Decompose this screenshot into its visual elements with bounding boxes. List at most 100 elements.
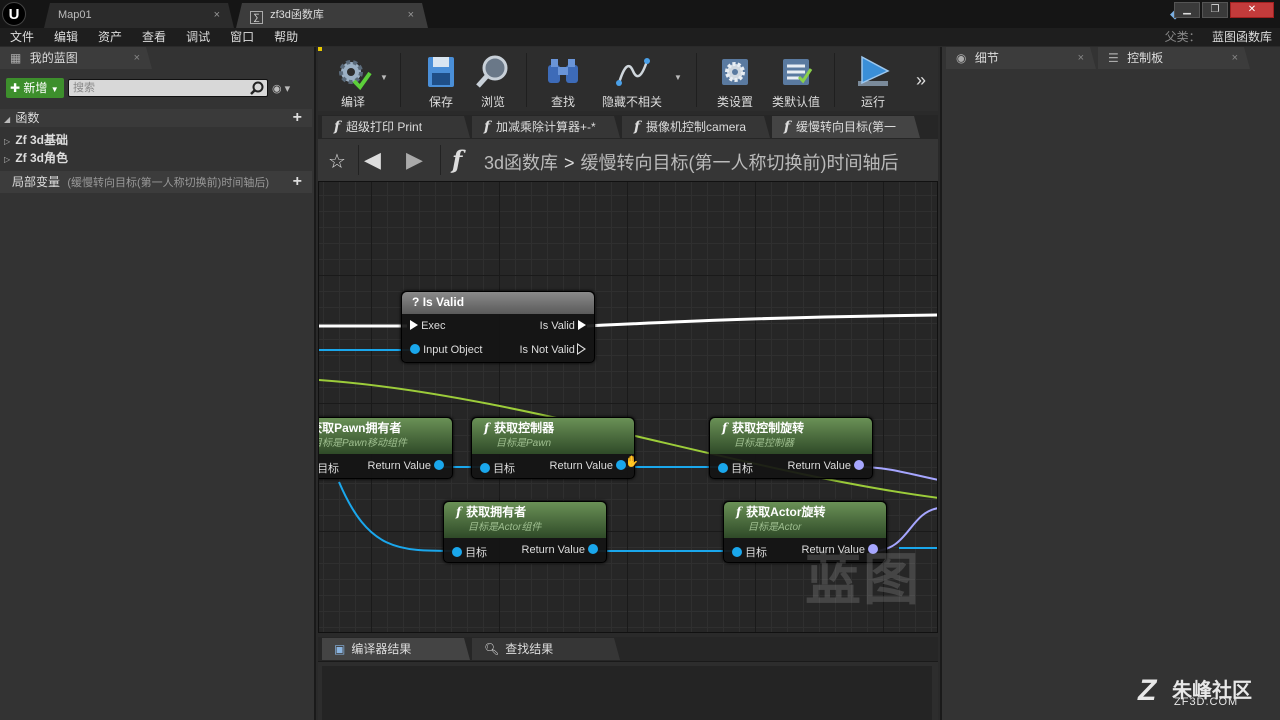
forward-arrow-icon[interactable]: ▶: [406, 147, 423, 173]
breadcrumb-library[interactable]: 3d函数库: [484, 153, 558, 173]
menu-help[interactable]: 帮助: [264, 28, 308, 46]
functions-category[interactable]: ◢ 函数 +: [0, 109, 312, 127]
menu-view[interactable]: 查看: [132, 28, 176, 46]
exec-pin-hollow-icon: [577, 343, 586, 355]
window-close-button[interactable]: ✕: [1230, 2, 1274, 18]
return-value-pin[interactable]: Return Value: [788, 460, 864, 472]
class-defaults-button[interactable]: 类默认值: [762, 51, 830, 109]
back-arrow-icon[interactable]: ◀: [364, 147, 381, 173]
toolbar-overflow-icon[interactable]: »: [916, 70, 926, 91]
tab-palette[interactable]: ☰ 控制板 ×: [1098, 47, 1250, 69]
maximize-button[interactable]: ❐: [1202, 2, 1228, 18]
menu-file[interactable]: 文件: [0, 28, 44, 46]
tab-label: 查找结果: [505, 642, 554, 656]
return-value-pin[interactable]: Return Value: [550, 460, 626, 472]
node-header: f 获取控制器 目标是Pawn: [472, 418, 634, 454]
doc-tab-map01[interactable]: Map01 ×: [44, 3, 234, 28]
class-defaults-icon: [783, 59, 813, 85]
node-get-control-rotation[interactable]: f 获取控制旋转 目标是控制器 目标 Return Value: [709, 417, 873, 479]
add-local-variable-icon[interactable]: +: [293, 171, 302, 193]
find-binoculars-icon: [548, 59, 578, 83]
class-settings-button[interactable]: 类设置: [700, 51, 770, 109]
browse-button[interactable]: 浏览: [458, 51, 528, 109]
tab-camera-control[interactable]: f 摄像机控制camera: [622, 116, 770, 138]
menu-asset[interactable]: 资产: [88, 28, 132, 46]
breadcrumb-function[interactable]: 缓慢转向目标(第一人称切换前)时间轴后: [581, 153, 899, 173]
function-category-label: Zf 3d基础: [15, 133, 69, 147]
tab-details[interactable]: ◉ 细节 ×: [946, 47, 1096, 69]
find-label: 查找: [550, 95, 575, 109]
object-pin-icon: [452, 547, 462, 557]
return-value-pin[interactable]: Return Value: [368, 460, 444, 472]
node-title: 获取拥有者: [466, 505, 527, 519]
search-icon[interactable]: [250, 81, 264, 95]
node-is-valid[interactable]: ? Is Valid Exec Is Valid Input Object Is…: [401, 291, 595, 363]
node-subtitle: 目标是Actor: [748, 522, 802, 533]
target-pin[interactable]: 目标: [732, 544, 767, 560]
pin-label: Input Object: [423, 344, 483, 356]
blueprint-tab-icon: ▦: [10, 51, 22, 65]
return-value-pin[interactable]: Return Value: [522, 544, 598, 556]
compile-button[interactable]: 编译: [318, 51, 388, 109]
function-category-item[interactable]: ▷ Zf 3d角色: [0, 149, 312, 167]
doc-tab-zf3d-library[interactable]: ∑ zf3d函数库 ×: [236, 3, 428, 28]
close-icon[interactable]: ×: [214, 3, 220, 27]
tab-my-blueprint[interactable]: ▦ 我的蓝图 ×: [0, 47, 152, 69]
tab-compiler-results[interactable]: ▣ 编译器结果: [322, 638, 470, 660]
class-settings-label: 类设置: [716, 95, 753, 109]
tab-find-results[interactable]: 🔍︎ 查找结果: [472, 638, 620, 660]
search-input[interactable]: [69, 80, 239, 96]
brand-z-icon: Z: [1138, 674, 1157, 707]
tab-calculator[interactable]: f 加减乘除计算器+-*: [472, 116, 620, 138]
tab-slow-turn-target[interactable]: f 缓慢转向目标(第一: [772, 116, 920, 138]
local-variables-category[interactable]: 局部变量 (缓慢转向目标(第一人称切换前)时间轴后) +: [0, 171, 312, 193]
is-valid-pin[interactable]: Is Valid: [540, 320, 586, 332]
menu-debug[interactable]: 调试: [176, 28, 220, 46]
close-icon[interactable]: ×: [134, 47, 140, 69]
function-icon: f: [484, 119, 491, 135]
right-panel: ◉ 细节 × ☰ 控制板 × Z 朱峰社区 ZF3D.COM: [940, 47, 1280, 720]
graph-tabs: f 超级打印 Print f 加减乘除计算器+-* f 摄像机控制camera f 缓慢…: [318, 115, 938, 139]
blueprint-graph[interactable]: ? Is Valid Exec Is Valid Input Object Is…: [318, 181, 938, 633]
pin-label: Is Not Valid: [519, 344, 575, 356]
target-pin[interactable]: 目标: [480, 460, 515, 476]
visibility-eye-icon[interactable]: ◉ ▾: [272, 82, 290, 95]
node-get-controller[interactable]: f 获取控制器 目标是Pawn 目标 Return Value: [471, 417, 635, 479]
is-not-valid-pin[interactable]: Is Not Valid: [519, 343, 586, 356]
target-pin[interactable]: 目标: [718, 460, 753, 476]
chevron-down-icon[interactable]: ▼: [380, 73, 388, 82]
menu-window[interactable]: 窗口: [220, 28, 264, 46]
add-new-button[interactable]: ✚ 新增 ▼: [6, 78, 64, 98]
browse-label: 浏览: [480, 95, 505, 109]
add-function-icon[interactable]: +: [293, 109, 302, 127]
parent-class-link[interactable]: 蓝图函数库: [1212, 30, 1272, 44]
target-pin[interactable]: 目标: [319, 460, 339, 476]
graph-breadcrumb-bar: ☆ ◀ ▶ f 3d函数库 > 缓慢转向目标(第一人称切换前)时间轴后: [318, 139, 938, 181]
title-bar: U Map01 × ∑ zf3d函数库 × ◆ ▁ ❐ ✕: [0, 0, 1280, 28]
collapse-triangle-icon: ◢: [4, 115, 11, 124]
target-pin[interactable]: 目标: [452, 544, 487, 560]
exec-in-pin[interactable]: Exec: [410, 320, 446, 332]
pin-label: Return Value: [549, 460, 613, 472]
node-get-pawn-owner[interactable]: f获取Pawn拥有者目标是Pawn移动组件 目标 Return Value: [319, 417, 453, 479]
function-category-item[interactable]: ▷ Zf 3d基础: [0, 131, 312, 149]
run-button[interactable]: 运行: [838, 51, 908, 109]
chevron-down-icon[interactable]: ▼: [674, 73, 682, 82]
star-icon[interactable]: ☆: [328, 149, 346, 174]
node-get-owner[interactable]: f 获取拥有者 目标是Actor组件 目标 Return Value: [443, 501, 607, 563]
hide-unrelated-button[interactable]: 隐藏不相关: [590, 51, 674, 109]
pin-label: Return Value: [367, 460, 431, 472]
minimize-button[interactable]: ▁: [1174, 2, 1200, 18]
node-header: f 获取控制旋转 目标是控制器: [710, 418, 872, 454]
input-object-pin[interactable]: Input Object: [410, 344, 482, 356]
run-label: 运行: [860, 95, 885, 109]
tab-super-print[interactable]: f 超级打印 Print: [322, 116, 470, 138]
find-button[interactable]: 查找: [528, 51, 598, 109]
pin-label: Return Value: [787, 460, 851, 472]
close-icon[interactable]: ×: [408, 3, 414, 27]
menu-edit[interactable]: 编辑: [44, 28, 88, 46]
run-play-icon: [858, 55, 890, 86]
compile-gear-icon: [339, 60, 372, 91]
close-icon[interactable]: ×: [1232, 47, 1238, 69]
close-icon[interactable]: ×: [1078, 47, 1084, 69]
